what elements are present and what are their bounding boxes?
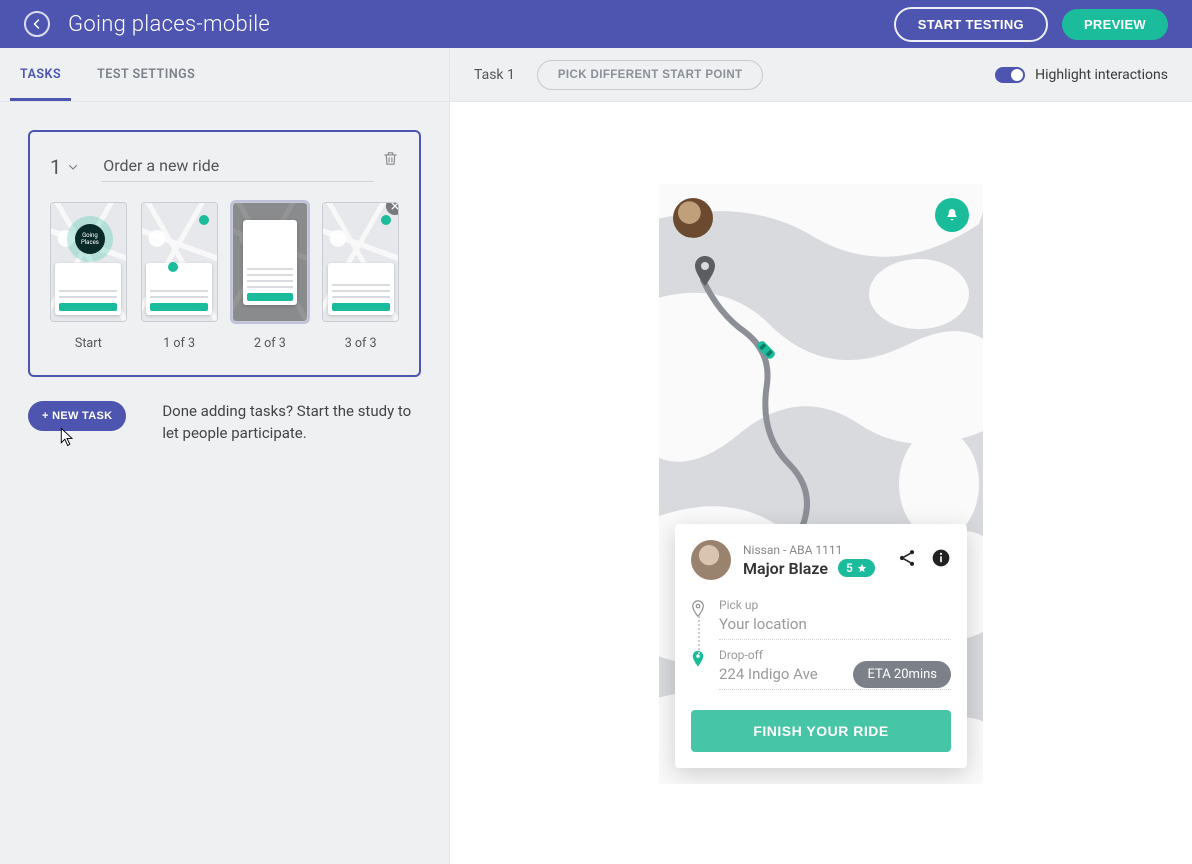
- arrow-left-icon: [31, 18, 43, 30]
- tab-tasks[interactable]: TASKS: [20, 49, 61, 100]
- app-badge: Going Places: [75, 224, 105, 254]
- tab-test-settings[interactable]: TEST SETTINGS: [97, 49, 195, 100]
- star-icon: [857, 563, 867, 573]
- thumb-caption: Start: [75, 336, 102, 351]
- back-button[interactable]: [24, 11, 50, 37]
- highlight-toggle-label: Highlight interactions: [1035, 67, 1168, 83]
- driver-avatar: [691, 540, 731, 580]
- device-frame: Nissan - ABA 1111 Major Blaze 5: [659, 184, 983, 784]
- car-icon: [755, 336, 777, 364]
- new-task-button[interactable]: + NEW TASK: [28, 401, 126, 431]
- task-screens: Going Places Start: [50, 202, 399, 351]
- car-marker: [755, 336, 777, 368]
- pickup-label: Pick up: [719, 598, 951, 612]
- driver-rating: 5: [838, 559, 875, 577]
- screen-thumb-3[interactable]: [322, 202, 399, 322]
- preview-button[interactable]: PREVIEW: [1062, 9, 1168, 40]
- thumb-caption: 2 of 3: [254, 336, 286, 351]
- screen-thumb-start[interactable]: Going Places: [50, 202, 127, 322]
- delete-task-button[interactable]: [382, 150, 399, 167]
- screen-thumb-2[interactable]: [232, 202, 309, 322]
- trash-icon: [382, 150, 399, 167]
- share-icon: [897, 548, 917, 568]
- ride-card: Nissan - ABA 1111 Major Blaze 5: [675, 524, 967, 768]
- notifications-button[interactable]: [935, 198, 969, 232]
- car-info: Nissan - ABA 1111: [743, 543, 885, 557]
- task-number-label: Task 1: [474, 67, 515, 83]
- start-testing-button[interactable]: START TESTING: [894, 7, 1048, 42]
- info-icon: [931, 548, 951, 568]
- hint-text: Done adding tasks? Start the study to le…: [162, 401, 412, 445]
- dropoff-label: Drop-off: [719, 648, 951, 662]
- bell-icon: [944, 207, 960, 223]
- task-title-input[interactable]: [101, 152, 374, 182]
- highlight-toggle-wrap: Highlight interactions: [995, 67, 1168, 83]
- sub-bar: TASKS TEST SETTINGS Task 1 PICK DIFFEREN…: [0, 48, 1192, 102]
- cursor-icon: [58, 427, 76, 447]
- task-number: 1: [50, 155, 61, 179]
- profile-avatar[interactable]: [673, 198, 713, 238]
- pickup-value: Your location: [719, 612, 951, 640]
- screen-thumb-1[interactable]: [141, 202, 218, 322]
- pin-icon: [693, 256, 717, 286]
- close-icon: [390, 202, 399, 211]
- top-bar: Going places-mobile START TESTING PREVIE…: [0, 0, 1192, 48]
- finish-ride-button[interactable]: FINISH YOUR RIDE: [691, 710, 951, 752]
- thumb-caption: 1 of 3: [163, 336, 195, 351]
- page-title: Going places-mobile: [68, 12, 270, 37]
- info-button[interactable]: [931, 548, 951, 572]
- highlight-toggle[interactable]: [995, 67, 1025, 83]
- task-number-dropdown[interactable]: 1: [50, 155, 79, 179]
- preview-area: Nissan - ABA 1111 Major Blaze 5: [450, 102, 1192, 864]
- driver-name: Major Blaze: [743, 559, 828, 578]
- thumb-caption: 3 of 3: [345, 336, 377, 351]
- task-card: 1 Going Places: [28, 130, 421, 377]
- chevron-down-icon: [67, 161, 79, 173]
- origin-pin: [693, 256, 717, 290]
- pick-start-point-button[interactable]: PICK DIFFERENT START POINT: [537, 60, 764, 90]
- sidebar: 1 Going Places: [0, 102, 450, 864]
- share-button[interactable]: [897, 548, 917, 572]
- eta-pill: ETA 20mins: [853, 661, 951, 688]
